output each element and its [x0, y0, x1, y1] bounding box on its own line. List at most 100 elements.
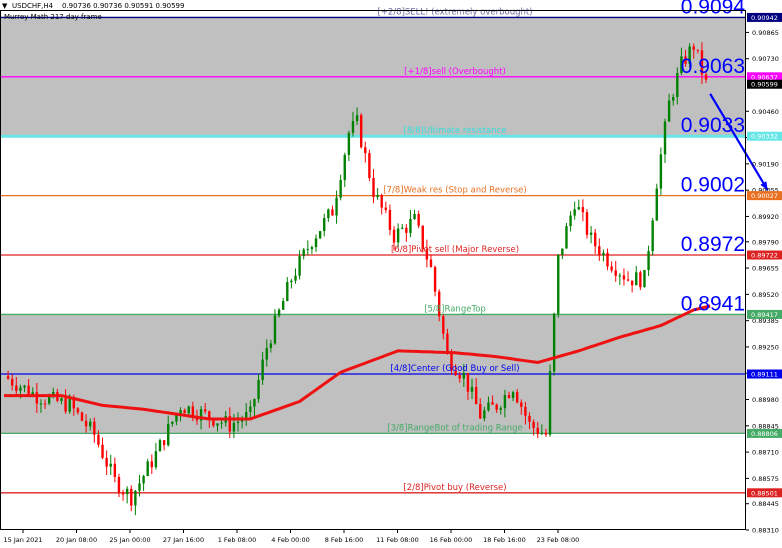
candle-body: [396, 228, 400, 243]
candle-body: [23, 385, 26, 388]
candle-body: [183, 410, 186, 414]
candle-body: [635, 272, 638, 286]
candle-body: [240, 420, 244, 422]
x-tick-label: 23 Feb 08:00: [537, 536, 580, 544]
y-tick-label: 0.88980: [752, 396, 779, 404]
level-price-tag-text: 0.90942: [751, 14, 778, 22]
candle-body: [220, 422, 223, 424]
y-tick-label: 0.90460: [752, 108, 779, 116]
candle-body: [306, 249, 310, 251]
candle-body: [35, 392, 39, 404]
candle-body: [130, 488, 133, 506]
candle-body: [314, 238, 318, 248]
candle-body: [524, 406, 527, 416]
big-price-label: 0.9002: [681, 174, 745, 197]
candle-body: [672, 97, 675, 101]
candle-body: [696, 49, 700, 51]
candle-body: [257, 380, 260, 400]
big-price-label: 0.8972: [681, 233, 745, 256]
candle-body: [433, 267, 437, 292]
ohlc-label: 0.90736 0.90736 0.90591 0.90599: [62, 2, 184, 10]
candle-body: [487, 402, 490, 411]
y-tick-label: 0.88310: [752, 527, 779, 535]
candle-body: [150, 461, 153, 468]
candle-body: [298, 256, 301, 276]
candle-body: [442, 316, 445, 334]
candle-body: [446, 333, 449, 354]
big-price-label: 0.9094: [681, 0, 746, 18]
level-label: [+1/8]sell (Overbought): [404, 67, 506, 77]
candle-body: [676, 73, 679, 98]
candle-body: [503, 395, 507, 409]
x-tick-label: 27 Jan 16:00: [163, 536, 204, 544]
x-tick-label: 15 Jan 2021: [4, 536, 43, 544]
level-label: [8/8]Ultimate resistance: [404, 126, 507, 136]
candle-body: [109, 463, 112, 467]
candle-body: [647, 251, 650, 271]
candle-body: [692, 46, 695, 50]
candle-body: [286, 282, 289, 302]
symbol-label: USDCHF,H4: [12, 2, 54, 10]
candle-body: [339, 179, 342, 198]
candle-body: [520, 402, 523, 407]
candle-body: [154, 451, 158, 468]
candle-body: [203, 409, 207, 412]
candle-body: [581, 207, 585, 213]
candle-body: [630, 280, 634, 286]
candle-body: [113, 463, 117, 477]
candle-body: [364, 147, 367, 154]
candle-body: [273, 315, 277, 344]
candle-body: [138, 483, 141, 491]
candle-body: [618, 275, 622, 277]
candle-body: [351, 121, 355, 133]
candle-body: [327, 209, 330, 219]
candle-body: [11, 378, 14, 386]
candle-body: [606, 252, 609, 267]
candle-body: [515, 392, 519, 403]
candle-body: [474, 386, 478, 405]
candle-body: [167, 423, 170, 446]
candle-body: [569, 215, 572, 227]
candle-body: [557, 254, 560, 314]
candle-body: [626, 279, 630, 281]
level-price-tag-text: 0.89722: [751, 252, 778, 260]
candle-body: [532, 421, 535, 428]
big-price-label: 0.8941: [681, 292, 745, 315]
candle-body: [548, 371, 552, 435]
candle-body: [589, 232, 593, 235]
candle-body: [536, 427, 539, 434]
candle-body: [507, 395, 511, 398]
candle-body: [458, 375, 461, 379]
level-label: [2/8]Pivot buy (Reverse): [403, 483, 506, 493]
candle-body: [655, 188, 658, 221]
y-tick-label: 0.90190: [752, 160, 779, 168]
candle-body: [499, 408, 502, 410]
candle-body: [261, 359, 264, 381]
level-price-tag-text: 0.88806: [751, 430, 778, 438]
level-price-tag-text: 0.90332: [751, 133, 778, 141]
candle-body: [405, 227, 408, 233]
candle-body: [310, 247, 314, 250]
candle-body: [598, 246, 601, 256]
candle-body: [171, 421, 174, 424]
candle-body: [290, 280, 293, 283]
candle-body: [491, 402, 494, 405]
y-tick-label: 0.88710: [752, 449, 779, 457]
candle-body: [372, 178, 375, 198]
candle-body: [265, 347, 268, 360]
level-label: [6/8]Pivot sell (Major Reverse): [391, 245, 519, 255]
candle-body: [125, 488, 129, 495]
candle-body: [401, 227, 404, 229]
candle-body: [121, 493, 125, 495]
candle-body: [39, 403, 43, 405]
candle-body: [466, 373, 470, 392]
candle-body: [323, 218, 326, 232]
candle-body: [64, 398, 67, 412]
candle-body: [380, 195, 383, 208]
candle-body: [376, 195, 379, 198]
candle-body: [511, 392, 515, 398]
candle-body: [577, 207, 580, 210]
candle-body: [158, 440, 162, 452]
x-tick-label: 1 Feb 08:00: [218, 536, 257, 544]
header-arrow-icon: ▼: [2, 2, 8, 10]
